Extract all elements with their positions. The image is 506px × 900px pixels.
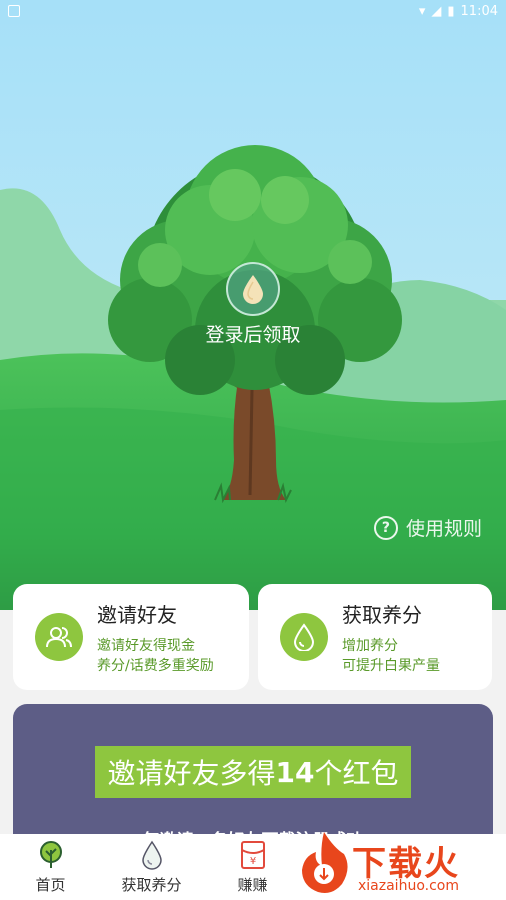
card-title: 邀请好友 xyxy=(97,602,177,627)
promo-banner-number: 14 xyxy=(275,755,315,789)
promo-banner: 邀请好友多得 14 个红包 xyxy=(95,746,411,798)
nav-earn[interactable]: ¥ 赚赚 xyxy=(202,834,303,900)
watermark-url: xiazaihuo.com xyxy=(358,878,459,894)
usage-rules-label: 使用规则 xyxy=(405,518,482,540)
promo-banner-pre: 邀请好友多得 xyxy=(107,757,276,790)
question-circle-icon: ? xyxy=(373,515,398,540)
tree-icon xyxy=(39,840,62,868)
nav-get-nutrients[interactable]: 获取养分 xyxy=(101,834,202,900)
signal-icon: ◢ xyxy=(431,3,442,19)
card-subtitle-line2: 养分/话费多重奖励 xyxy=(97,657,214,674)
svg-text:¥: ¥ xyxy=(249,856,255,867)
card-subtitle-line2: 可提升白果产量 xyxy=(342,657,440,674)
nav-get-nutrients-label: 获取养分 xyxy=(121,875,182,894)
battery-icon: ▮ xyxy=(447,3,455,19)
promo-banner-post: 个红包 xyxy=(314,757,399,790)
status-bar: ▾ ◢ ▮ 11:04 xyxy=(0,0,506,22)
wifi-icon: ▾ xyxy=(418,3,426,19)
red-envelope-icon: ¥ xyxy=(240,840,265,869)
get-nutrients-card[interactable]: 获取养分 增加养分 可提升白果产量 xyxy=(258,584,492,690)
nav-home[interactable]: 首页 xyxy=(0,834,101,900)
drop-outline-icon xyxy=(141,840,162,870)
water-drop-icon xyxy=(243,275,263,304)
usage-rules-link[interactable]: ? 使用规则 xyxy=(373,514,482,541)
invite-friends-card[interactable]: 邀请好友 邀请好友得现金 养分/话费多重奖励 xyxy=(13,584,249,690)
friends-icon xyxy=(35,613,83,661)
collect-drop-button[interactable] xyxy=(226,262,280,316)
notification-icon xyxy=(8,5,20,17)
card-subtitle-line1: 增加养分 xyxy=(342,637,398,654)
card-subtitle-line1: 邀请好友得现金 xyxy=(97,637,195,654)
watermark: 下载火 xiazaihuo.com xyxy=(292,826,506,900)
nav-earn-label: 赚赚 xyxy=(237,875,268,894)
nav-home-label: 首页 xyxy=(35,875,66,894)
invite-promo-panel[interactable]: 邀请好友多得14个红包 每邀请一名好友下载注册成功 xyxy=(13,704,493,844)
status-time: 11:04 xyxy=(460,3,498,19)
card-title: 获取养分 xyxy=(342,602,422,627)
water-drop-icon xyxy=(280,613,328,661)
login-to-collect-label[interactable]: 登录后领取 xyxy=(0,320,506,347)
flame-logo-icon xyxy=(302,832,348,893)
